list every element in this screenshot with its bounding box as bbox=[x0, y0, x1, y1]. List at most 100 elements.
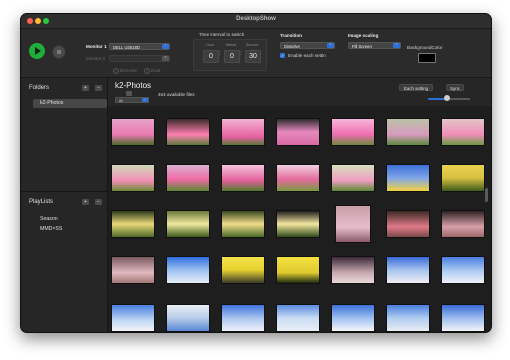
file-count: 464 available files bbox=[158, 92, 195, 97]
photo-thumbnail[interactable] bbox=[331, 256, 375, 284]
photo-thumbnail[interactable] bbox=[111, 210, 155, 238]
chevron-down-icon: ⌃ bbox=[162, 56, 169, 61]
photo-thumbnail[interactable] bbox=[276, 164, 320, 192]
photo-thumbnail[interactable] bbox=[166, 210, 210, 238]
photo-thumbnail[interactable] bbox=[331, 164, 375, 192]
photo-thumbnail[interactable] bbox=[386, 210, 430, 238]
grid-view-icon[interactable] bbox=[126, 91, 132, 96]
add-playlist-button[interactable]: + bbox=[82, 199, 89, 205]
folder-header: k2-Photos 464 available files Each setti… bbox=[108, 78, 491, 106]
monitor1-label: Monitor 1 bbox=[86, 44, 107, 49]
window-title: DesktopShow bbox=[236, 16, 276, 22]
photo-thumbnail[interactable] bbox=[276, 304, 320, 332]
photo-thumbnail[interactable] bbox=[441, 210, 485, 238]
photo-thumbnail[interactable] bbox=[386, 164, 430, 192]
page-title: k2-Photos bbox=[115, 81, 152, 90]
photo-thumbnail[interactable] bbox=[221, 164, 265, 192]
transition-value: Dissolve bbox=[284, 44, 300, 49]
playlists-header: PlayLists bbox=[29, 199, 54, 205]
photo-thumbnail[interactable] bbox=[111, 256, 155, 284]
photo-thumbnail[interactable] bbox=[111, 164, 155, 192]
dual-radio[interactable] bbox=[144, 68, 150, 74]
chevron-down-icon: ⌃ bbox=[393, 43, 400, 48]
dual-label: Dual bbox=[151, 68, 161, 73]
photo-thumbnail[interactable] bbox=[166, 164, 210, 192]
photo-thumbnail[interactable] bbox=[441, 304, 485, 332]
enable-each-label: Enable each settin bbox=[288, 53, 326, 58]
chevron-down-icon: ⌃ bbox=[142, 98, 148, 102]
slider-knob[interactable] bbox=[444, 95, 450, 101]
playlist-item-mmd-ss[interactable]: MMD×SS bbox=[40, 226, 62, 232]
chevron-down-icon: ⌃ bbox=[162, 44, 169, 49]
photo-thumbnail[interactable] bbox=[276, 118, 320, 146]
sync-button[interactable]: Sync bbox=[446, 84, 464, 91]
image-scaling-label: Image scaling bbox=[348, 33, 379, 38]
stop-button[interactable] bbox=[52, 45, 66, 59]
remove-playlist-button[interactable]: − bbox=[95, 199, 102, 205]
photo-thumbnail[interactable] bbox=[111, 118, 155, 146]
each-setting-button[interactable]: Each setting bbox=[399, 84, 433, 91]
sidebar-divider bbox=[21, 191, 107, 192]
second-caption: Second bbox=[245, 43, 259, 47]
stop-icon bbox=[57, 50, 61, 54]
remove-folder-button[interactable]: − bbox=[95, 85, 102, 91]
sidebar: Folders + − k2-Photos PlayLists + − Seas… bbox=[21, 78, 108, 332]
photo-thumbnail[interactable] bbox=[166, 304, 210, 332]
app-window: DesktopShow Monitor 1 DELL U2518D ⌃ Moni… bbox=[20, 13, 492, 333]
transition-label: Transition bbox=[280, 33, 302, 38]
folders-header: Folders bbox=[29, 85, 50, 91]
minute-caption: Minute bbox=[225, 43, 237, 47]
discrete-label: Discrete bbox=[120, 68, 137, 73]
play-button[interactable] bbox=[29, 43, 45, 59]
photo-grid bbox=[108, 106, 488, 332]
time-interval-label: Time interval to switch bbox=[199, 32, 245, 37]
photo-thumbnail[interactable] bbox=[441, 164, 485, 192]
photo-thumbnail[interactable] bbox=[221, 118, 265, 146]
photo-thumbnail[interactable] bbox=[386, 304, 430, 332]
background-color-well[interactable] bbox=[418, 53, 436, 63]
photo-thumbnail[interactable] bbox=[276, 256, 320, 284]
photo-thumbnail[interactable] bbox=[386, 118, 430, 146]
photo-thumbnail[interactable] bbox=[441, 256, 485, 284]
sidebar-item-label: k2-Photos bbox=[40, 100, 64, 106]
filter-value: All bbox=[119, 99, 123, 103]
minute-field[interactable]: 0 bbox=[224, 50, 240, 63]
photo-thumbnail[interactable] bbox=[335, 205, 371, 243]
photo-thumbnail[interactable] bbox=[221, 304, 265, 332]
transition-select[interactable]: Dissolve ⌃ bbox=[280, 42, 335, 49]
monitor1-select[interactable]: DELL U2518D ⌃ bbox=[109, 43, 170, 50]
filter-select[interactable]: All ⌃ bbox=[115, 97, 149, 103]
photo-thumbnail[interactable] bbox=[221, 256, 265, 284]
image-scaling-value: Fill Screen bbox=[352, 44, 372, 49]
photo-thumbnail[interactable] bbox=[166, 118, 210, 146]
time-separator: : bbox=[219, 51, 221, 57]
photo-thumbnail[interactable] bbox=[386, 256, 430, 284]
photo-thumbnail[interactable] bbox=[331, 118, 375, 146]
photo-thumbnail[interactable] bbox=[331, 304, 375, 332]
photo-thumbnail[interactable] bbox=[166, 256, 210, 284]
time-separator: : bbox=[240, 51, 242, 57]
photo-thumbnail[interactable] bbox=[441, 118, 485, 146]
title-bar: DesktopShow bbox=[21, 14, 491, 29]
background-color-label: BackgroundColor bbox=[407, 45, 443, 50]
enable-each-checkbox[interactable]: ✓ bbox=[280, 53, 285, 58]
photo-thumbnail[interactable] bbox=[221, 210, 265, 238]
second-field[interactable]: 30 bbox=[245, 50, 261, 63]
chevron-down-icon: ⌃ bbox=[327, 43, 334, 48]
vertical-scrollbar[interactable] bbox=[485, 188, 488, 202]
monitor2-label: Monitor 2 bbox=[86, 56, 106, 61]
photo-thumbnail[interactable] bbox=[276, 210, 320, 238]
discrete-radio[interactable] bbox=[113, 68, 119, 74]
add-folder-button[interactable]: + bbox=[82, 85, 89, 91]
monitor2-select[interactable]: ⌃ bbox=[109, 55, 170, 62]
hour-field[interactable]: 0 bbox=[203, 50, 219, 63]
play-icon bbox=[35, 47, 41, 55]
playlist-item-season[interactable]: Season bbox=[40, 216, 58, 222]
monitor1-value: DELL U2518D bbox=[113, 45, 140, 50]
time-interval-box: Hour Minute Second 0 : 0 : 30 bbox=[193, 39, 267, 71]
main-panel: k2-Photos 464 available files Each setti… bbox=[108, 78, 491, 332]
toolbar: Monitor 1 DELL U2518D ⌃ Monitor 2 ⌃ Disc… bbox=[21, 29, 491, 78]
image-scaling-select[interactable]: Fill Screen ⌃ bbox=[348, 42, 401, 49]
photo-thumbnail[interactable] bbox=[111, 304, 155, 332]
hour-caption: Hour bbox=[206, 43, 214, 47]
